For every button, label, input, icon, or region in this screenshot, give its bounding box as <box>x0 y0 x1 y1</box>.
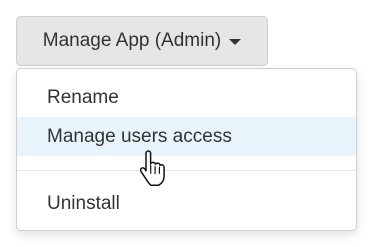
menu-item-label: Uninstall <box>47 193 120 214</box>
menu-item-uninstall[interactable]: Uninstall <box>17 185 356 223</box>
menu-item-rename[interactable]: Rename <box>17 78 356 118</box>
hand-pointer-icon <box>139 150 165 186</box>
menu-divider <box>17 170 356 171</box>
manage-app-dropdown-button[interactable]: Manage App (Admin) <box>16 16 268 66</box>
menu-item-manage-users-access[interactable]: Manage users access <box>17 117 356 156</box>
caret-down-icon <box>229 39 242 45</box>
dropdown-menu: Rename Manage users access Uninstall <box>16 68 357 231</box>
app-dropdown-stage: Manage App (Admin) Rename Manage users a… <box>0 0 374 247</box>
dropdown-button-label: Manage App (Admin) <box>42 30 222 51</box>
menu-item-label: Manage users access <box>47 125 232 147</box>
menu-item-label: Rename <box>47 87 119 108</box>
